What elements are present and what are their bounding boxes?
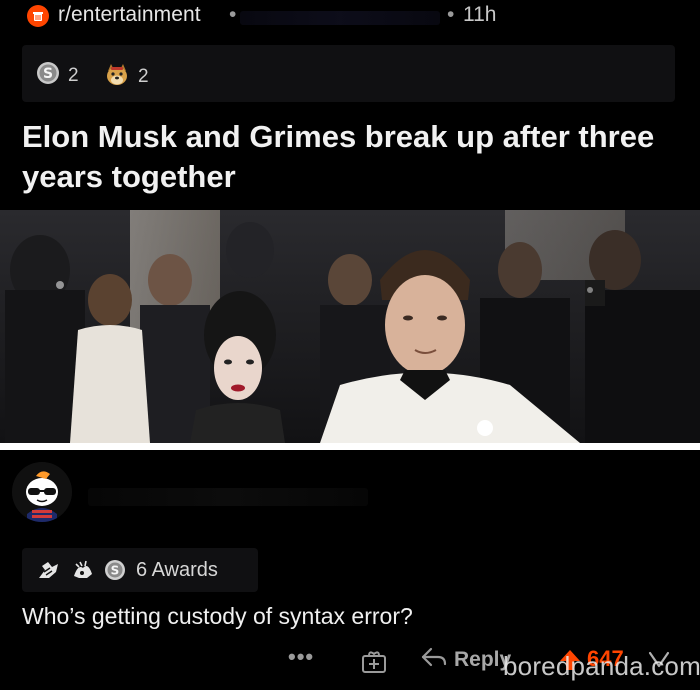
post-header: r/entertainment • • 11h: [0, 0, 700, 34]
subreddit-icon[interactable]: [27, 5, 49, 27]
redacted-commenter-name: [88, 488, 368, 506]
post-awards-bar[interactable]: S 2 2: [22, 45, 675, 102]
separator-dot: •: [229, 3, 237, 26]
section-divider: [0, 443, 700, 450]
post-title[interactable]: Elon Musk and Grimes break up after thre…: [22, 117, 672, 197]
award-count: 2: [68, 64, 79, 86]
comment-awards-bar[interactable]: S 6 Awards: [22, 548, 258, 592]
svg-text:S: S: [111, 564, 120, 578]
comment-body: Who’s getting custody of syntax error?: [22, 603, 413, 629]
doge-award-icon: [104, 61, 130, 92]
gift-award-icon[interactable]: [360, 648, 388, 679]
subreddit-name[interactable]: r/entertainment: [58, 3, 201, 27]
downvote-arrow-icon[interactable]: [646, 648, 672, 677]
awards-count-label: 6 Awards: [136, 558, 218, 581]
more-options-button[interactable]: •••: [288, 644, 314, 670]
wholesome-award-icon: [70, 558, 96, 582]
commenter-avatar[interactable]: [12, 462, 72, 522]
silver-award-icon: S: [104, 559, 126, 581]
reply-button[interactable]: Reply: [420, 646, 511, 673]
upvote-arrow-icon[interactable]: [558, 648, 582, 677]
svg-text:S: S: [43, 66, 53, 82]
award-item[interactable]: 2: [104, 61, 149, 92]
separator-dot: •: [447, 3, 455, 26]
helpful-award-icon: [36, 558, 62, 582]
vote-score: 647: [587, 646, 624, 671]
reply-label: Reply: [454, 647, 512, 671]
award-count: 2: [138, 65, 149, 87]
reddit-post-screen: r/entertainment • • 11h S 2 2 Elon Musk …: [0, 0, 700, 690]
silver-award-icon: S: [36, 61, 60, 90]
comment-action-bar: ••• Reply 647: [0, 640, 700, 690]
post-time: 11h: [463, 3, 497, 26]
reply-arrow-icon: [420, 646, 448, 673]
post-image[interactable]: [0, 210, 700, 443]
award-item[interactable]: S 2: [36, 61, 79, 90]
redacted-username: [240, 11, 440, 25]
